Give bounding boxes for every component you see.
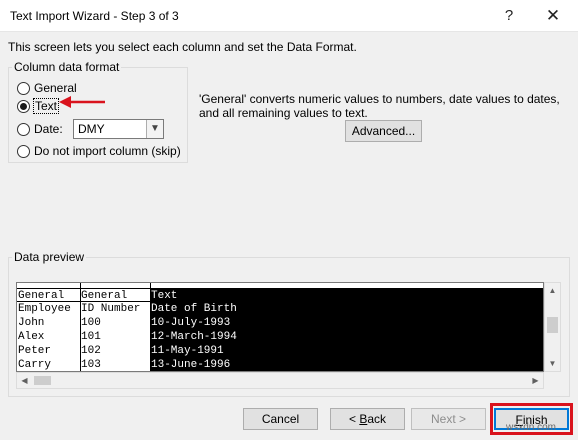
table-cell: Employee (18, 303, 71, 315)
radio-general-circle[interactable] (17, 81, 30, 95)
column-format-legend: Column data format (12, 60, 122, 74)
back-button-label: < Back (348, 412, 387, 426)
table-row: Peter 102 11-May-1991 (17, 344, 543, 358)
table-cell: John (18, 317, 45, 329)
radio-skip-circle[interactable] (17, 144, 30, 158)
column-header-2[interactable]: General (80, 288, 150, 302)
table-cell: ID Number (81, 303, 141, 315)
help-button[interactable]: ? (496, 4, 522, 28)
table-cell: 100 (81, 317, 101, 329)
radio-text-label: Text (32, 98, 60, 114)
column-header-3[interactable]: Text (150, 288, 543, 302)
preview-header-row[interactable]: General General Text (17, 288, 543, 302)
intro-text: This screen lets you select each column … (8, 40, 357, 54)
column-divider (150, 283, 151, 371)
radio-date[interactable]: Date: (17, 121, 63, 137)
back-button[interactable]: < Back (330, 408, 405, 430)
table-cell: 101 (81, 331, 101, 343)
table-cell: 103 (81, 359, 101, 371)
title-bar: Text Import Wizard - Step 3 of 3 ? ✕ (0, 0, 578, 32)
radio-general[interactable]: General (17, 80, 77, 96)
radio-text[interactable]: Text (17, 98, 60, 114)
table-row: Carry 103 13-June-1996 (17, 358, 543, 371)
window-title: Text Import Wizard - Step 3 of 3 (10, 9, 179, 23)
table-cell: 13-June-1996 (150, 358, 543, 371)
advanced-button[interactable]: Advanced... (345, 120, 422, 142)
chevron-down-icon[interactable]: ▼ (146, 120, 163, 138)
table-row: John 100 10-July-1993 (17, 316, 543, 330)
scroll-up-icon[interactable]: ▲ (545, 283, 560, 298)
table-row: Employee ID Number Date of Birth (17, 302, 543, 316)
data-preview-grid[interactable]: General General Text Employee ID Number … (16, 282, 544, 372)
advanced-button-label: Advanced... (351, 124, 416, 138)
table-cell: Carry (18, 359, 52, 371)
next-button-label: Next > (430, 412, 467, 426)
next-button[interactable]: Next > (411, 408, 486, 430)
vertical-scrollbar[interactable]: ▲ ▼ (544, 282, 561, 372)
table-cell: Alex (18, 331, 45, 343)
table-row: Alex 101 12-March-1994 (17, 330, 543, 344)
table-cell: Date of Birth (150, 302, 543, 316)
radio-date-label: Date: (34, 122, 63, 136)
watermark: wsxdn.com (506, 422, 557, 433)
scroll-right-icon[interactable]: ▶ (528, 373, 543, 388)
radio-date-circle[interactable] (17, 122, 30, 136)
data-preview-legend: Data preview (12, 250, 87, 264)
cancel-button-label: Cancel (261, 412, 300, 426)
horizontal-scrollbar[interactable]: ◀ ▶ (16, 372, 544, 389)
column-header-1[interactable]: General (17, 288, 80, 302)
table-cell: 102 (81, 345, 101, 357)
radio-text-circle[interactable] (17, 99, 30, 113)
date-format-value: DMY (78, 122, 105, 136)
cancel-button[interactable]: Cancel (243, 408, 318, 430)
radio-general-label: General (34, 81, 77, 95)
scroll-down-icon[interactable]: ▼ (545, 356, 560, 371)
radio-skip[interactable]: Do not import column (skip) (17, 143, 181, 159)
table-cell: 11-May-1991 (150, 344, 543, 358)
column-divider (80, 283, 81, 371)
table-cell: Peter (18, 345, 52, 357)
scroll-left-icon[interactable]: ◀ (17, 373, 32, 388)
table-cell: 10-July-1993 (150, 316, 543, 330)
annotation-arrow-icon (59, 96, 105, 108)
horizontal-scroll-thumb[interactable] (34, 376, 51, 385)
close-button[interactable]: ✕ (540, 4, 566, 28)
table-cell: 12-March-1994 (150, 330, 543, 344)
radio-skip-label: Do not import column (skip) (34, 144, 181, 158)
date-format-select[interactable]: DMY ▼ (73, 119, 164, 139)
vertical-scroll-thumb[interactable] (547, 317, 558, 333)
format-description: 'General' converts numeric values to num… (199, 92, 560, 120)
